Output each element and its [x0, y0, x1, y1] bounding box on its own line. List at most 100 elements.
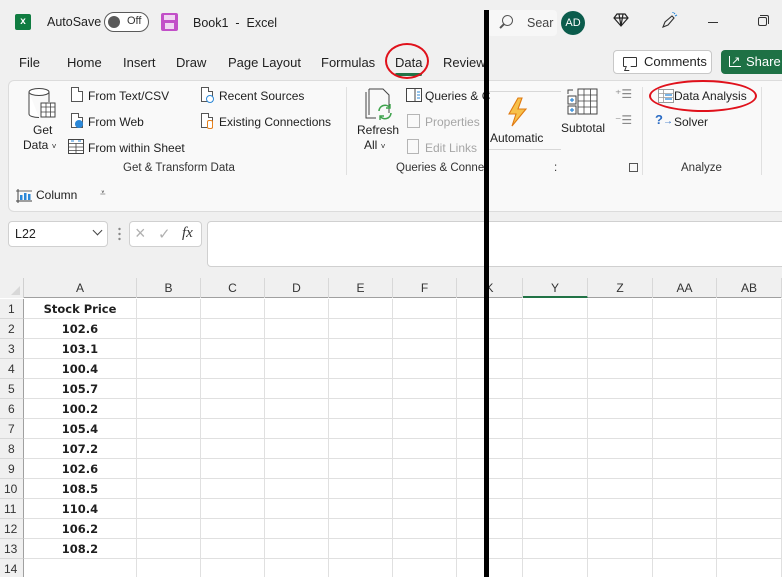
cell-f9[interactable]	[393, 459, 457, 479]
cell-a8[interactable]: 107.2	[24, 439, 137, 459]
cell-c3[interactable]	[201, 339, 265, 359]
more-options-icon[interactable]	[118, 227, 121, 241]
get-data-label-1[interactable]: Get	[33, 123, 52, 137]
cell-k3[interactable]	[457, 339, 523, 359]
cell-z5[interactable]	[588, 379, 653, 399]
tab-draw[interactable]: Draw	[176, 55, 206, 70]
search-input[interactable]: Sear	[487, 10, 557, 36]
tab-data[interactable]: Data	[395, 55, 423, 76]
row-header-5[interactable]: 5	[0, 379, 24, 399]
cell-c11[interactable]	[201, 499, 265, 519]
cell-b6[interactable]	[137, 399, 201, 419]
cell-z9[interactable]	[588, 459, 653, 479]
cell-ab6[interactable]	[717, 399, 782, 419]
refresh-all-button[interactable]: All ˅	[364, 138, 385, 152]
cell-f8[interactable]	[393, 439, 457, 459]
cell-d6[interactable]	[265, 399, 329, 419]
row-header-1[interactable]: 1	[0, 299, 24, 319]
cell-y1[interactable]	[523, 299, 588, 319]
cell-d8[interactable]	[265, 439, 329, 459]
cell-c6[interactable]	[201, 399, 265, 419]
cell-z1[interactable]	[588, 299, 653, 319]
column-header-a[interactable]: A	[24, 278, 137, 298]
autosave-toggle[interactable]: Off	[104, 12, 149, 32]
cell-k2[interactable]	[457, 319, 523, 339]
cell-ab11[interactable]	[717, 499, 782, 519]
cell-c9[interactable]	[201, 459, 265, 479]
spreadsheet-grid[interactable]: A B C D E F K Y Z AA AB 1 Stock Price 2 102.6 3 103.1 4 1…	[0, 278, 782, 577]
edit-links-button[interactable]: Edit Links	[425, 141, 477, 155]
cell-b13[interactable]	[137, 539, 201, 559]
cell-ab14[interactable]	[717, 559, 782, 577]
cell-ab12[interactable]	[717, 519, 782, 539]
cell-aa13[interactable]	[653, 539, 717, 559]
get-data-button[interactable]: Data ˅	[23, 138, 56, 152]
cell-a1[interactable]: Stock Price	[24, 299, 137, 319]
cell-f13[interactable]	[393, 539, 457, 559]
cell-d1[interactable]	[265, 299, 329, 319]
cell-k6[interactable]	[457, 399, 523, 419]
cell-d13[interactable]	[265, 539, 329, 559]
cell-ab5[interactable]	[717, 379, 782, 399]
row-header-13[interactable]: 13	[0, 539, 24, 559]
cell-e2[interactable]	[329, 319, 393, 339]
cell-c5[interactable]	[201, 379, 265, 399]
cell-f4[interactable]	[393, 359, 457, 379]
cell-k11[interactable]	[457, 499, 523, 519]
cell-a7[interactable]: 105.4	[24, 419, 137, 439]
cell-c10[interactable]	[201, 479, 265, 499]
row-header-12[interactable]: 12	[0, 519, 24, 539]
cell-z11[interactable]	[588, 499, 653, 519]
cell-z3[interactable]	[588, 339, 653, 359]
cell-ab10[interactable]	[717, 479, 782, 499]
cell-aa1[interactable]	[653, 299, 717, 319]
save-icon[interactable]	[161, 13, 178, 31]
column-header-k[interactable]: K	[457, 278, 523, 298]
column-header-d[interactable]: D	[265, 278, 329, 298]
cell-z12[interactable]	[588, 519, 653, 539]
cell-e11[interactable]	[329, 499, 393, 519]
avatar[interactable]: AD	[561, 11, 585, 35]
cell-e1[interactable]	[329, 299, 393, 319]
cell-a11[interactable]: 110.4	[24, 499, 137, 519]
minimize-icon[interactable]	[708, 22, 718, 23]
cell-a13[interactable]: 108.2	[24, 539, 137, 559]
cell-c7[interactable]	[201, 419, 265, 439]
cell-ab4[interactable]	[717, 359, 782, 379]
cell-k1[interactable]	[457, 299, 523, 319]
cell-y5[interactable]	[523, 379, 588, 399]
cell-aa12[interactable]	[653, 519, 717, 539]
cell-y4[interactable]	[523, 359, 588, 379]
megaphone-icon[interactable]	[660, 12, 678, 30]
cell-e6[interactable]	[329, 399, 393, 419]
cell-e13[interactable]	[329, 539, 393, 559]
cell-c12[interactable]	[201, 519, 265, 539]
cell-aa9[interactable]	[653, 459, 717, 479]
cell-k5[interactable]	[457, 379, 523, 399]
cell-a12[interactable]: 106.2	[24, 519, 137, 539]
chevron-down-icon[interactable]	[92, 225, 103, 236]
cell-a9[interactable]: 102.6	[24, 459, 137, 479]
cell-b11[interactable]	[137, 499, 201, 519]
row-header-14[interactable]: 14	[0, 559, 24, 577]
enter-icon[interactable]: ✓	[158, 225, 171, 243]
cell-a4[interactable]: 100.4	[24, 359, 137, 379]
cell-z14[interactable]	[588, 559, 653, 577]
cell-e12[interactable]	[329, 519, 393, 539]
cell-e8[interactable]	[329, 439, 393, 459]
cell-k7[interactable]	[457, 419, 523, 439]
cell-z6[interactable]	[588, 399, 653, 419]
share-button[interactable]: Share	[721, 50, 782, 74]
cell-c13[interactable]	[201, 539, 265, 559]
cell-f1[interactable]	[393, 299, 457, 319]
cell-c1[interactable]	[201, 299, 265, 319]
row-header-10[interactable]: 10	[0, 479, 24, 499]
data-analysis-button[interactable]: Data Analysis	[674, 89, 747, 103]
cell-z7[interactable]	[588, 419, 653, 439]
cell-f12[interactable]	[393, 519, 457, 539]
column-header-f[interactable]: F	[393, 278, 457, 298]
cell-d9[interactable]	[265, 459, 329, 479]
cell-b2[interactable]	[137, 319, 201, 339]
cell-f2[interactable]	[393, 319, 457, 339]
row-header-4[interactable]: 4	[0, 359, 24, 379]
